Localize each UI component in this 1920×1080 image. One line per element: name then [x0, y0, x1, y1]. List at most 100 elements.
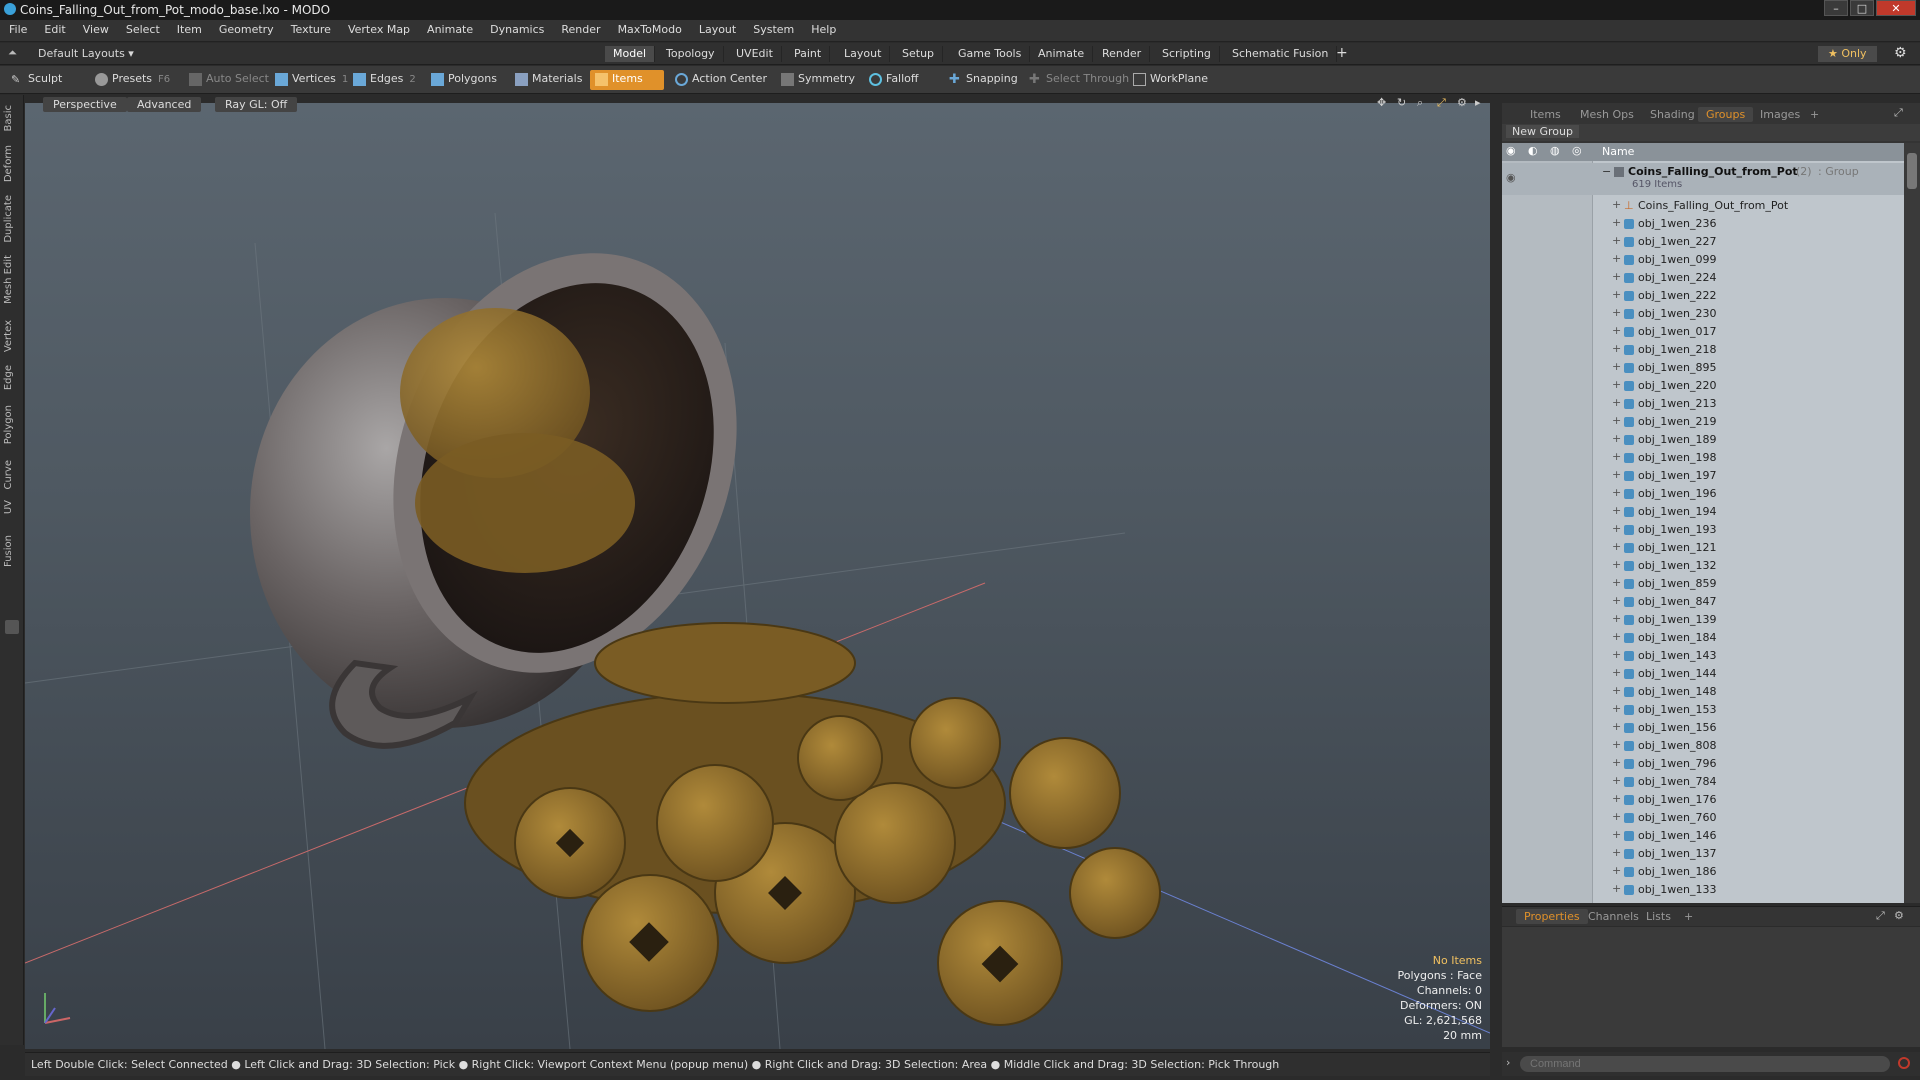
tab-uvedit[interactable]: UVEdit: [728, 46, 782, 62]
list-item[interactable]: + obj_1wen_224: [1502, 269, 1904, 287]
item-expand-icon[interactable]: +: [1612, 792, 1621, 805]
item-expand-icon[interactable]: +: [1612, 306, 1621, 319]
list-item[interactable]: + obj_1wen_220: [1502, 377, 1904, 395]
list-item[interactable]: + obj_1wen_099: [1502, 251, 1904, 269]
panel-expand-icon[interactable]: ⤢: [1894, 106, 1903, 120]
list-item[interactable]: + obj_1wen_808: [1502, 737, 1904, 755]
maximize-button[interactable]: □: [1850, 0, 1874, 16]
fit-icon[interactable]: ⤢: [1437, 96, 1446, 110]
action-center-button[interactable]: Action Center: [670, 70, 773, 90]
tab-scripting[interactable]: Scripting: [1154, 46, 1220, 62]
list-item[interactable]: + obj_1wen_227: [1502, 233, 1904, 251]
item-expand-icon[interactable]: +: [1612, 216, 1621, 229]
list-item[interactable]: + obj_1wen_184: [1502, 629, 1904, 647]
left-tab-mesh-edit[interactable]: Mesh Edit: [3, 255, 21, 304]
viewport-menu-icon[interactable]: ▸: [1475, 96, 1481, 109]
tab-layout[interactable]: Layout: [836, 46, 891, 62]
item-expand-icon[interactable]: +: [1612, 630, 1621, 643]
viewport-settings-icon[interactable]: ⚙: [1457, 96, 1467, 109]
item-expand-icon[interactable]: +: [1612, 558, 1621, 571]
left-tab-curve[interactable]: Curve: [3, 460, 21, 490]
item-expand-icon[interactable]: +: [1612, 540, 1621, 553]
tab-animate[interactable]: Animate: [1030, 46, 1094, 62]
menu-system[interactable]: System: [744, 20, 802, 36]
list-item[interactable]: + obj_1wen_133: [1502, 881, 1904, 899]
item-expand-icon[interactable]: +: [1612, 576, 1621, 589]
list-item[interactable]: + obj_1wen_193: [1502, 521, 1904, 539]
locator-row[interactable]: + ⊥ Coins_Falling_Out_from_Pot: [1502, 197, 1904, 215]
list-item[interactable]: + obj_1wen_189: [1502, 431, 1904, 449]
left-tab-uv[interactable]: UV: [3, 500, 21, 514]
left-tab-edge[interactable]: Edge: [3, 365, 21, 390]
locator-expand-icon[interactable]: +: [1612, 198, 1621, 211]
item-expand-icon[interactable]: +: [1612, 522, 1621, 535]
item-expand-icon[interactable]: +: [1612, 612, 1621, 625]
list-item[interactable]: + obj_1wen_156: [1502, 719, 1904, 737]
render-column-icon[interactable]: ◐: [1528, 144, 1538, 157]
shading-advanced-button[interactable]: Advanced: [127, 97, 202, 112]
item-expand-icon[interactable]: +: [1612, 594, 1621, 607]
menu-edit[interactable]: Edit: [35, 20, 73, 36]
list-item[interactable]: + obj_1wen_148: [1502, 683, 1904, 701]
scrollbar-thumb[interactable]: [1907, 153, 1917, 189]
eye-column-icon[interactable]: ◉: [1506, 144, 1516, 157]
item-expand-icon[interactable]: +: [1612, 468, 1621, 481]
menu-texture[interactable]: Texture: [282, 20, 339, 36]
view-perspective-button[interactable]: Perspective: [43, 97, 127, 112]
item-expand-icon[interactable]: +: [1612, 756, 1621, 769]
list-item[interactable]: + obj_1wen_213: [1502, 395, 1904, 413]
minimize-button[interactable]: –: [1824, 0, 1848, 16]
items-button[interactable]: Items: [590, 70, 664, 90]
snapping-button[interactable]: ✚ Snapping: [944, 70, 1024, 90]
item-expand-icon[interactable]: +: [1612, 486, 1621, 499]
select-through-button[interactable]: ✚ Select Through: [1024, 70, 1135, 90]
only-button[interactable]: ★ Only: [1818, 46, 1877, 62]
item-expand-icon[interactable]: +: [1612, 774, 1621, 787]
item-expand-icon[interactable]: +: [1612, 504, 1621, 517]
list-item[interactable]: + obj_1wen_222: [1502, 287, 1904, 305]
menu-view[interactable]: View: [74, 20, 117, 36]
polygons-button[interactable]: Polygons: [426, 70, 503, 90]
item-expand-icon[interactable]: +: [1612, 810, 1621, 823]
list-item[interactable]: + obj_1wen_143: [1502, 647, 1904, 665]
edges-button[interactable]: Edges 2: [348, 70, 422, 90]
item-expand-icon[interactable]: +: [1612, 702, 1621, 715]
tab-items[interactable]: Items: [1522, 107, 1569, 122]
list-item[interactable]: + obj_1wen_847: [1502, 593, 1904, 611]
layout-selector[interactable]: Default Layouts ▾: [38, 47, 134, 60]
tab-channels[interactable]: Channels: [1580, 909, 1647, 924]
item-expand-icon[interactable]: +: [1612, 666, 1621, 679]
menu-maxtomodo[interactable]: MaxToModo: [609, 20, 690, 36]
menu-item[interactable]: Item: [168, 20, 210, 36]
item-expand-icon[interactable]: +: [1612, 432, 1621, 445]
tab-properties[interactable]: Properties: [1516, 909, 1588, 924]
prop-expand-icon[interactable]: ⤢: [1876, 909, 1885, 923]
tab-schematic-fusion[interactable]: Schematic Fusion: [1224, 46, 1338, 62]
left-tab-deform[interactable]: Deform: [3, 145, 21, 182]
item-expand-icon[interactable]: +: [1612, 648, 1621, 661]
tab-mesh-ops[interactable]: Mesh Ops: [1572, 107, 1642, 122]
left-tab-basic[interactable]: Basic: [3, 105, 21, 131]
gear-icon[interactable]: ⚙: [1894, 45, 1907, 61]
list-item[interactable]: + obj_1wen_121: [1502, 539, 1904, 557]
list-item[interactable]: + obj_1wen_859: [1502, 575, 1904, 593]
list-item[interactable]: + obj_1wen_137: [1502, 845, 1904, 863]
item-expand-icon[interactable]: +: [1612, 828, 1621, 841]
layout-toggle-icon[interactable]: ⏶: [8, 46, 17, 60]
item-expand-icon[interactable]: +: [1612, 414, 1621, 427]
add-panel-tab-button[interactable]: +: [1802, 107, 1827, 122]
list-item[interactable]: + obj_1wen_236: [1502, 215, 1904, 233]
menu-help[interactable]: Help: [802, 20, 844, 36]
item-expand-icon[interactable]: +: [1612, 738, 1621, 751]
menu-select[interactable]: Select: [117, 20, 168, 36]
list-item[interactable]: + obj_1wen_146: [1502, 827, 1904, 845]
item-expand-icon[interactable]: +: [1612, 684, 1621, 697]
item-expand-icon[interactable]: +: [1612, 450, 1621, 463]
lock-column-icon[interactable]: ◍: [1550, 144, 1560, 157]
list-item[interactable]: + obj_1wen_153: [1502, 701, 1904, 719]
group-expand-icon[interactable]: −: [1602, 165, 1611, 178]
list-item[interactable]: + obj_1wen_218: [1502, 341, 1904, 359]
select-column-icon[interactable]: ◎: [1572, 144, 1582, 157]
list-item[interactable]: + obj_1wen_197: [1502, 467, 1904, 485]
list-item[interactable]: + obj_1wen_784: [1502, 773, 1904, 791]
